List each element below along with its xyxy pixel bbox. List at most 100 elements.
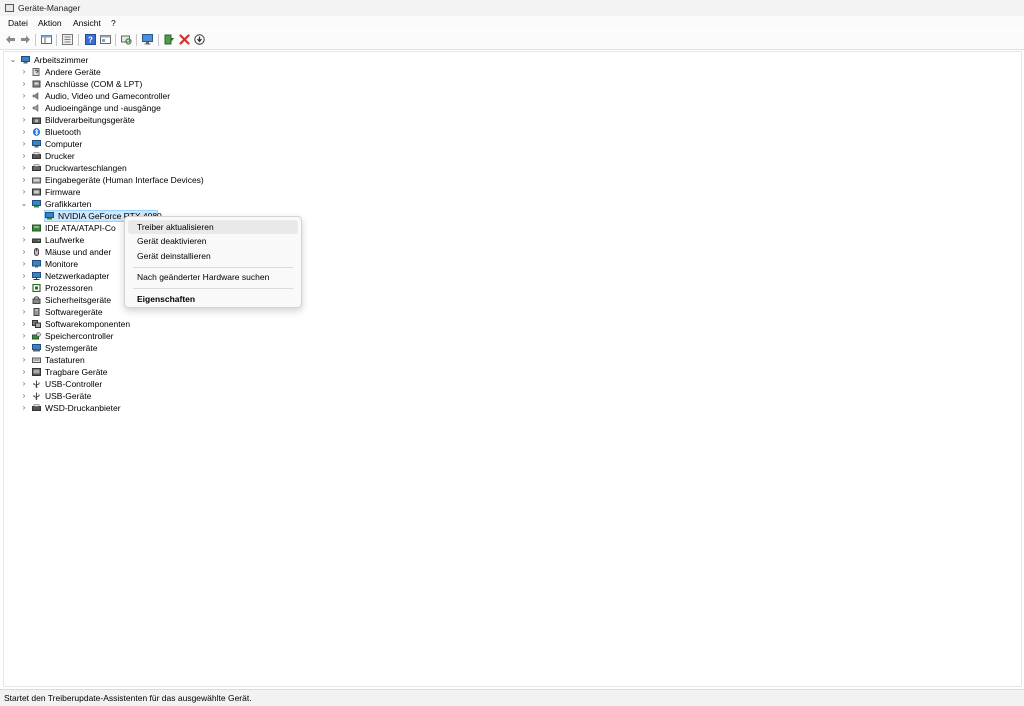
tree-item-anschluesse[interactable]: › Anschlüsse (COM & LPT)	[20, 78, 320, 90]
tree-item-grafikkarten[interactable]: ⌄ Grafikkarten	[20, 198, 320, 210]
chevron-right-icon[interactable]: ›	[20, 90, 28, 102]
firmware-icon	[32, 188, 41, 196]
tree-item-systemgeraete[interactable]: › Systemgeräte	[20, 342, 320, 354]
chevron-right-icon[interactable]: ›	[20, 66, 28, 78]
monitor-icon[interactable]	[142, 34, 153, 45]
menu-datei[interactable]: Datei	[8, 18, 28, 28]
storage-controller-icon	[32, 332, 41, 340]
tree-item-andere-geraete[interactable]: › Andere Geräte	[20, 66, 320, 78]
tree-item-bildverarbeitung[interactable]: › Bildverarbeitungsgeräte	[20, 114, 320, 126]
tree-item-label: Firmware	[45, 187, 81, 197]
help-icon[interactable]: ?	[85, 34, 96, 45]
device-tree-pane[interactable]: ⌄ Arbeitszimmer › Andere Geräte › Anschl…	[3, 51, 1022, 687]
chevron-right-icon[interactable]: ›	[20, 78, 28, 90]
chevron-right-icon[interactable]: ›	[20, 138, 28, 150]
view-icon[interactable]	[100, 34, 111, 45]
tree-item-label: Eingabegeräte (Human Interface Devices)	[45, 175, 204, 185]
tree-item-tragbare-geraete[interactable]: › Tragbare Geräte	[20, 366, 320, 378]
tree-item-drucker[interactable]: › Drucker	[20, 150, 320, 162]
chevron-right-icon[interactable]: ›	[20, 366, 28, 378]
toolbar: ?	[0, 31, 1024, 50]
update-driver-icon[interactable]	[164, 34, 175, 45]
menu-item-disable-device[interactable]: Gerät deaktivieren	[128, 234, 298, 248]
tree-item-label: Mäuse und ander	[45, 247, 112, 257]
printer-icon	[32, 152, 41, 159]
portable-device-icon	[32, 368, 41, 376]
tree-item-label: Audio, Video und Gamecontroller	[45, 91, 171, 101]
chevron-right-icon[interactable]: ›	[20, 222, 28, 234]
chevron-right-icon[interactable]: ›	[20, 258, 28, 270]
back-arrow-icon[interactable]	[5, 34, 16, 45]
tree-item-usb-geraete[interactable]: › USB-Geräte	[20, 390, 320, 402]
toolbar-separator	[35, 34, 36, 46]
chevron-down-icon[interactable]: ⌄	[20, 198, 28, 210]
chevron-right-icon[interactable]: ›	[20, 318, 28, 330]
tree-item-eingabegeraete[interactable]: › Eingabegeräte (Human Interface Devices…	[20, 174, 320, 186]
tree-root-row[interactable]: ⌄ Arbeitszimmer	[9, 54, 209, 66]
chevron-right-icon[interactable]: ›	[20, 282, 28, 294]
tree-item-label: Systemgeräte	[45, 343, 98, 353]
chevron-down-icon[interactable]: ⌄	[9, 54, 17, 66]
tree-item-bluetooth[interactable]: › Bluetooth	[20, 126, 320, 138]
monitor-icon	[32, 260, 41, 268]
computer-icon	[32, 140, 41, 148]
chevron-right-icon[interactable]: ›	[20, 246, 28, 258]
tree-item-speichercontroller[interactable]: › Speichercontroller	[20, 330, 320, 342]
menu-help[interactable]: ?	[111, 18, 116, 28]
tree-item-tastaturen[interactable]: › Tastaturen	[20, 354, 320, 366]
tree-item-audio-video[interactable]: › Audio, Video und Gamecontroller	[20, 90, 320, 102]
speaker-icon	[32, 104, 39, 112]
tree-item-label: Netzwerkadapter	[45, 271, 110, 281]
chevron-right-icon[interactable]: ›	[20, 306, 28, 318]
chevron-right-icon[interactable]: ›	[20, 330, 28, 342]
chevron-right-icon[interactable]: ›	[20, 126, 28, 138]
chevron-right-icon[interactable]: ›	[20, 186, 28, 198]
chevron-right-icon[interactable]: ›	[20, 234, 28, 246]
network-adapter-icon	[32, 272, 41, 280]
chevron-right-icon[interactable]: ›	[20, 354, 28, 366]
chevron-right-icon[interactable]: ›	[20, 294, 28, 306]
tree-item-label: Speichercontroller	[45, 331, 114, 341]
menu-item-uninstall-device[interactable]: Gerät deinstallieren	[128, 249, 298, 263]
menu-ansicht[interactable]: Ansicht	[73, 18, 101, 28]
chevron-right-icon[interactable]: ›	[20, 378, 28, 390]
tree-item-label: IDE ATA/ATAPI-Co	[45, 223, 116, 233]
tree-item-firmware[interactable]: › Firmware	[20, 186, 320, 198]
tree-item-computer[interactable]: › Computer	[20, 138, 320, 150]
status-text: Startet den Treiberupdate-Assistenten fü…	[4, 693, 252, 703]
scan-hardware-icon[interactable]	[121, 34, 132, 45]
camera-icon	[32, 117, 41, 124]
chevron-right-icon[interactable]: ›	[20, 174, 28, 186]
menu-aktion[interactable]: Aktion	[38, 18, 62, 28]
toolbar-separator	[115, 34, 116, 46]
tree-item-audioeingaenge[interactable]: › Audioeingänge und -ausgänge	[20, 102, 320, 114]
tree-item-wsd-druckanbieter[interactable]: › WSD-Druckanbieter	[20, 402, 320, 414]
chevron-right-icon[interactable]: ›	[20, 402, 28, 414]
usb-icon	[33, 380, 40, 388]
disable-device-icon[interactable]	[194, 34, 205, 45]
tree-item-druckwarteschlangen[interactable]: › Druckwarteschlangen	[20, 162, 320, 174]
chevron-right-icon[interactable]: ›	[20, 162, 28, 174]
processor-icon	[32, 284, 41, 292]
tree-item-label: USB-Controller	[45, 379, 103, 389]
computer-icon	[21, 56, 30, 64]
tree-item-softwarekomponenten[interactable]: › Softwarekomponenten	[20, 318, 320, 330]
menu-item-scan-hardware[interactable]: Nach geänderter Hardware suchen	[128, 270, 298, 284]
tree-item-usb-controller[interactable]: › USB-Controller	[20, 378, 320, 390]
chevron-right-icon[interactable]: ›	[20, 342, 28, 354]
menu-bar: Datei Aktion Ansicht ?	[0, 16, 1024, 30]
show-hide-console-tree-icon[interactable]	[41, 34, 52, 45]
menu-item-update-driver[interactable]: Treiber aktualisieren	[128, 220, 298, 234]
menu-item-properties[interactable]: Eigenschaften	[128, 292, 298, 306]
chevron-right-icon[interactable]: ›	[20, 390, 28, 402]
hid-keyboard-icon	[32, 177, 41, 184]
chevron-right-icon[interactable]: ›	[20, 102, 28, 114]
uninstall-icon[interactable]	[179, 34, 190, 45]
port-icon	[32, 80, 41, 88]
chevron-right-icon[interactable]: ›	[20, 114, 28, 126]
tree-item-label: USB-Geräte	[45, 391, 92, 401]
chevron-right-icon[interactable]: ›	[20, 270, 28, 282]
properties-icon[interactable]	[62, 34, 73, 45]
forward-arrow-icon[interactable]	[20, 34, 31, 45]
chevron-right-icon[interactable]: ›	[20, 150, 28, 162]
